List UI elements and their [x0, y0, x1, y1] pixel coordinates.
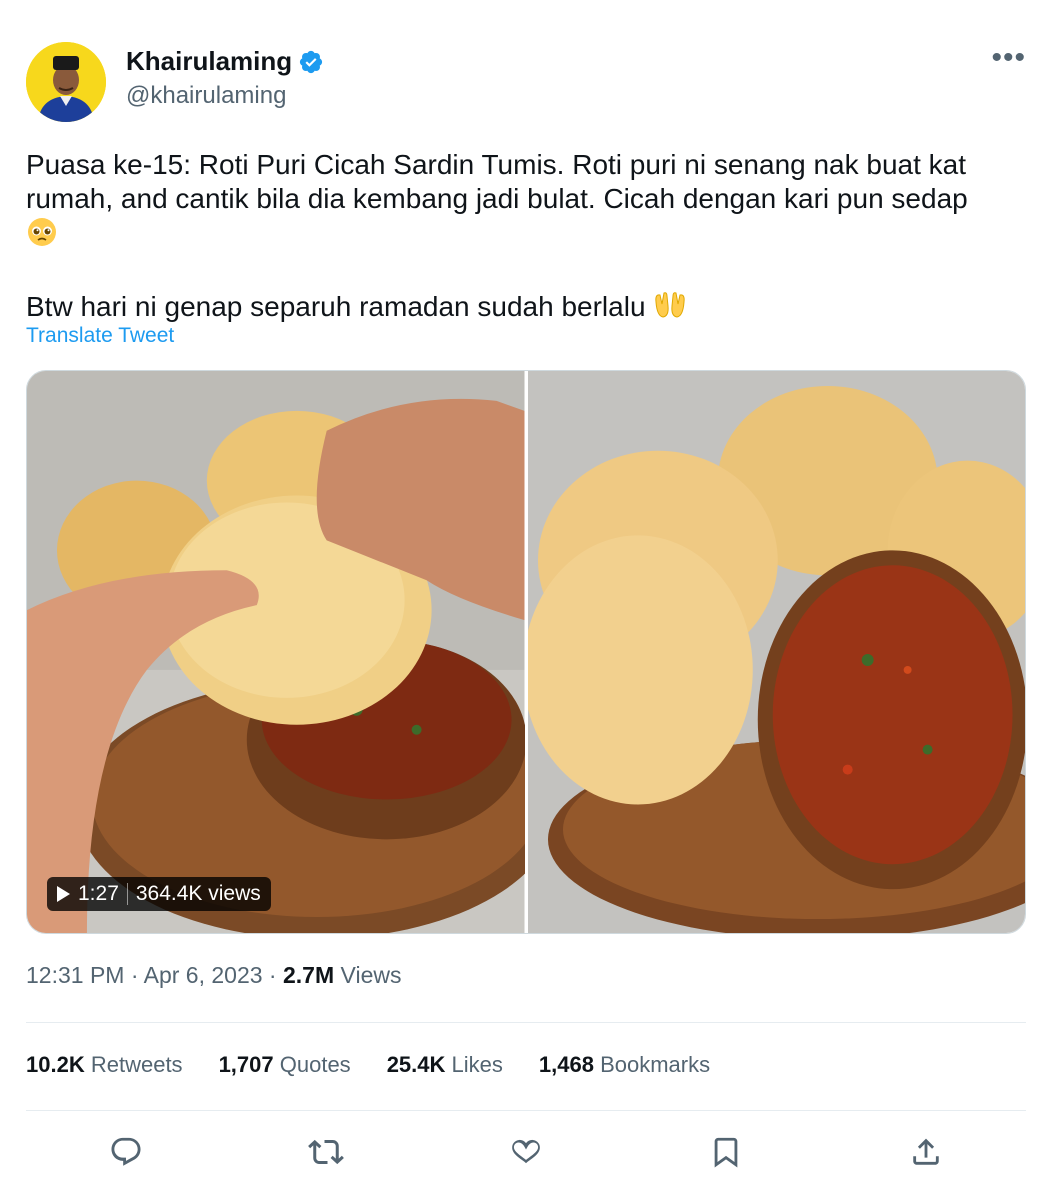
- tweet-stats: 10.2K Retweets 1,707 Quotes 25.4K Likes …: [26, 1052, 710, 1078]
- divider: [26, 1110, 1026, 1111]
- tweet-time[interactable]: 12:31 PM: [26, 962, 124, 988]
- user-handle[interactable]: @khairulaming: [126, 82, 286, 110]
- video-badge: 1:27 364.4K views: [47, 877, 271, 911]
- sardin-tumis-photo-image: [527, 371, 1025, 933]
- tweet-text: Puasa ke-15: Roti Puri Cicah Sardin Tumi…: [26, 148, 1026, 328]
- heart-icon[interactable]: [504, 1130, 548, 1174]
- photo-thumbnail[interactable]: [527, 371, 1025, 933]
- views-label: Views: [340, 962, 402, 988]
- quotes-stat[interactable]: 1,707 Quotes: [219, 1052, 351, 1078]
- tweet-paragraph-1: Puasa ke-15: Roti Puri Cicah Sardin Tumi…: [26, 148, 1026, 256]
- display-name-text: Khairulaming: [126, 46, 293, 76]
- badge-separator: [126, 883, 128, 905]
- play-icon: [57, 886, 70, 902]
- retweets-stat[interactable]: 10.2K Retweets: [26, 1052, 183, 1078]
- divider: [26, 1022, 1026, 1023]
- tweet-date[interactable]: Apr 6, 2023: [144, 962, 263, 988]
- video-duration: 1:27: [78, 882, 119, 905]
- share-icon[interactable]: [904, 1130, 948, 1174]
- bookmark-icon[interactable]: [704, 1130, 748, 1174]
- verified-badge-icon: [298, 49, 324, 75]
- avatar[interactable]: [26, 42, 106, 122]
- reply-icon[interactable]: [104, 1130, 148, 1174]
- more-icon[interactable]: •••: [991, 43, 1026, 73]
- bookmarks-stat[interactable]: 1,468 Bookmarks: [539, 1052, 710, 1078]
- translate-tweet-link[interactable]: Translate Tweet: [26, 324, 174, 348]
- display-name[interactable]: Khairulaming: [126, 46, 324, 77]
- tweet-meta: 12:31 PM · Apr 6, 2023 · 2.7M Views: [26, 962, 402, 988]
- video-thumbnail[interactable]: 1:27 364.4K views: [27, 371, 525, 933]
- views-count: 2.7M: [283, 962, 335, 988]
- media-grid: 1:27 364.4K views: [26, 370, 1026, 934]
- retweet-icon[interactable]: [304, 1130, 348, 1174]
- tweet-paragraph-2: Btw hari ni genap separuh ramadan sudah …: [26, 290, 1026, 328]
- video-views: 364.4K views: [135, 882, 261, 905]
- pleading-face-emoji-icon: [26, 216, 58, 256]
- likes-stat[interactable]: 25.4K Likes: [387, 1052, 503, 1078]
- action-bar: [26, 1130, 1026, 1174]
- roti-puri-video-image: [27, 371, 525, 933]
- palms-up-emoji-icon: [653, 290, 687, 328]
